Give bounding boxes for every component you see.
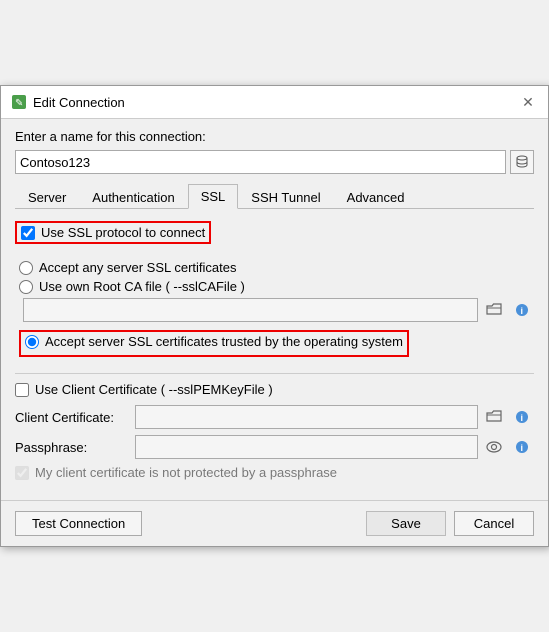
svg-text:i: i — [521, 413, 524, 423]
ssl-os-highlight: Accept server SSL certificates trusted b… — [19, 330, 409, 357]
db-icon — [515, 155, 529, 169]
edit-connection-dialog: ✎ Edit Connection ✕ Enter a name for thi… — [0, 85, 549, 547]
title-bar: ✎ Edit Connection ✕ — [1, 86, 548, 119]
ssl-radio-any: Accept any server SSL certificates — [19, 260, 534, 275]
no-passphrase-label: My client certificate is not protected b… — [35, 465, 337, 480]
ssl-radio-os: Accept server SSL certificates trusted b… — [25, 334, 403, 349]
eye-icon — [486, 441, 502, 453]
use-ssl-highlight: Use SSL protocol to connect — [15, 221, 211, 244]
folder-icon-2 — [486, 410, 502, 424]
ssl-any-radio[interactable] — [19, 261, 33, 275]
ca-file-row: i — [23, 298, 534, 322]
svg-text:i: i — [521, 443, 524, 453]
dialog-title: Edit Connection — [33, 95, 125, 110]
client-cert-browse-button[interactable] — [482, 405, 506, 429]
use-ssl-label: Use SSL protocol to connect — [41, 225, 205, 240]
info-icon-3: i — [515, 440, 529, 454]
use-client-cert-row: Use Client Certificate ( --sslPEMKeyFile… — [15, 382, 534, 397]
svg-text:✎: ✎ — [15, 98, 23, 109]
ssl-any-label: Accept any server SSL certificates — [39, 260, 237, 275]
cancel-button[interactable]: Cancel — [454, 511, 534, 536]
tab-advanced[interactable]: Advanced — [334, 184, 418, 209]
ca-file-input[interactable] — [23, 298, 478, 322]
folder-icon — [486, 303, 502, 317]
tab-server[interactable]: Server — [15, 184, 79, 209]
ssl-radio-ca: Use own Root CA file ( --sslCAFile ) — [19, 279, 534, 294]
dialog-icon: ✎ — [11, 94, 27, 110]
client-cert-input[interactable] — [135, 405, 478, 429]
tab-authentication[interactable]: Authentication — [79, 184, 187, 209]
section-divider — [15, 373, 534, 374]
use-client-cert-label: Use Client Certificate ( --sslPEMKeyFile… — [35, 382, 273, 397]
info-icon-2: i — [515, 410, 529, 424]
dialog-body: Enter a name for this connection: Server… — [1, 119, 548, 500]
info-icon: i — [515, 303, 529, 317]
no-passphrase-checkbox[interactable] — [15, 466, 29, 480]
passphrase-label: Passphrase: — [15, 440, 135, 455]
ca-file-info-button[interactable]: i — [510, 298, 534, 322]
client-cert-info-button[interactable]: i — [510, 405, 534, 429]
title-bar-left: ✎ Edit Connection — [11, 94, 125, 110]
use-ssl-checkbox[interactable] — [21, 226, 35, 240]
client-cert-input-group: i — [135, 405, 534, 429]
passphrase-row: Passphrase: i — [15, 435, 534, 459]
save-button[interactable]: Save — [366, 511, 446, 536]
test-connection-button[interactable]: Test Connection — [15, 511, 142, 536]
dialog-footer: Test Connection Save Cancel — [1, 500, 548, 546]
svg-text:i: i — [521, 306, 524, 316]
connection-name-input[interactable] — [15, 150, 506, 174]
tabs: Server Authentication SSL SSH Tunnel Adv… — [15, 184, 534, 209]
tab-ssh-tunnel[interactable]: SSH Tunnel — [238, 184, 333, 209]
footer-right-buttons: Save Cancel — [366, 511, 534, 536]
db-icon-button[interactable] — [510, 150, 534, 174]
client-cert-label: Client Certificate: — [15, 410, 135, 425]
ssl-radio-group: Accept any server SSL certificates Use o… — [19, 260, 534, 365]
passphrase-input-group: i — [135, 435, 534, 459]
ca-file-browse-button[interactable] — [482, 298, 506, 322]
ssl-os-radio[interactable] — [25, 335, 39, 349]
ssl-ca-label: Use own Root CA file ( --sslCAFile ) — [39, 279, 245, 294]
passphrase-eye-button[interactable] — [482, 435, 506, 459]
no-passphrase-row: My client certificate is not protected b… — [15, 465, 534, 480]
use-client-cert-checkbox[interactable] — [15, 383, 29, 397]
passphrase-input[interactable] — [135, 435, 478, 459]
ssl-os-label: Accept server SSL certificates trusted b… — [45, 334, 403, 349]
close-button[interactable]: ✕ — [518, 92, 538, 112]
tab-ssl[interactable]: SSL — [188, 184, 239, 209]
ssl-section: Use SSL protocol to connect Accept any s… — [15, 221, 534, 480]
connection-name-label: Enter a name for this connection: — [15, 129, 534, 144]
client-cert-row: Client Certificate: i — [15, 405, 534, 429]
use-ssl-row: Use SSL protocol to connect — [21, 225, 205, 240]
ssl-ca-radio[interactable] — [19, 280, 33, 294]
passphrase-info-button[interactable]: i — [510, 435, 534, 459]
connection-name-row — [15, 150, 534, 174]
